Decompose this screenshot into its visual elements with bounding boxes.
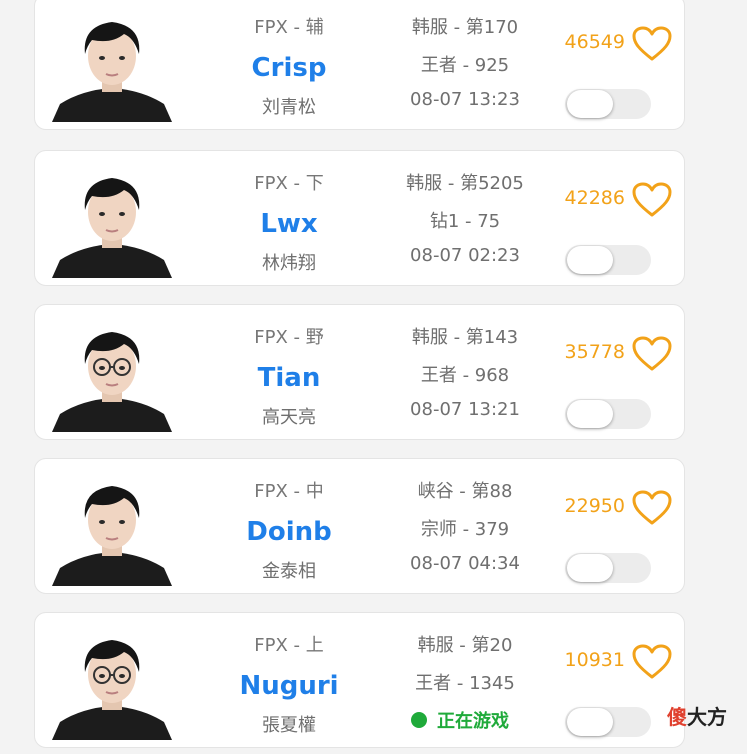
online-dot-icon [411, 712, 427, 728]
toggle-knob [567, 554, 613, 582]
real-name-label: 刘青松 [262, 97, 316, 118]
tier-label: 王者 - 925 [420, 55, 510, 76]
heart-outline-icon[interactable] [631, 25, 673, 63]
player-avatar [52, 160, 172, 278]
tier-label: 宗师 - 379 [420, 519, 510, 540]
follow-toggle[interactable] [565, 399, 651, 429]
team-role-label: FPX - 中 [254, 481, 324, 502]
tier-label: 王者 - 968 [420, 365, 510, 386]
player-avatar [52, 314, 172, 432]
last-active-time: 08-07 04:34 [410, 553, 520, 574]
last-active-time: 08-07 13:21 [410, 399, 520, 420]
player-id-link[interactable]: Nuguri [215, 671, 363, 701]
player-card[interactable]: FPX - 中 Doinb 金泰相 峡谷 - 第88 宗师 - 379 08-07 04:… [34, 458, 685, 594]
likes-count: 35778 [564, 341, 625, 363]
heart-outline-icon[interactable] [631, 181, 673, 219]
toggle-knob [567, 246, 613, 274]
heart-outline-icon[interactable] [631, 643, 673, 681]
online-status: 正在游戏 [411, 707, 551, 733]
team-role-label: FPX - 上 [254, 635, 324, 656]
player-card[interactable]: FPX - 野 Tian 高天亮 韩服 - 第143 王者 - 968 08-07 13:… [34, 304, 685, 440]
status-text: 正在游戏 [437, 711, 509, 732]
real-name-label: 張夏權 [262, 715, 316, 736]
real-name-label: 高天亮 [262, 407, 316, 428]
last-active-time: 08-07 13:23 [410, 89, 520, 110]
team-role-label: FPX - 下 [254, 173, 324, 194]
server-rank-label: 韩服 - 第143 [411, 327, 519, 348]
toggle-knob [567, 400, 613, 428]
server-rank-label: 峡谷 - 第88 [417, 481, 513, 502]
heart-outline-icon[interactable] [631, 335, 673, 373]
follow-toggle[interactable] [565, 245, 651, 275]
tier-label: 王者 - 1345 [415, 673, 515, 694]
follow-toggle[interactable] [565, 89, 651, 119]
player-id-link[interactable]: Lwx [215, 209, 363, 239]
server-rank-label: 韩服 - 第20 [417, 635, 513, 656]
tier-label: 钻1 - 75 [429, 211, 501, 232]
likes-count: 46549 [564, 31, 625, 53]
team-role-label: FPX - 辅 [254, 17, 324, 38]
likes-count: 10931 [564, 649, 625, 671]
team-role-label: FPX - 野 [254, 327, 324, 348]
server-rank-label: 韩服 - 第170 [411, 17, 519, 38]
real-name-label: 林炜翔 [262, 253, 316, 274]
toggle-knob [567, 90, 613, 118]
server-rank-label: 韩服 - 第5205 [406, 173, 524, 194]
likes-count: 22950 [564, 495, 625, 517]
watermark-logo: 傻大方 [667, 705, 727, 729]
player-id-link[interactable]: Crisp [215, 53, 363, 83]
player-card[interactable]: FPX - 辅 Crisp 刘青松 韩服 - 第170 王者 - 925 08-07 13… [34, 0, 685, 130]
last-active-time: 08-07 02:23 [410, 245, 520, 266]
heart-outline-icon[interactable] [631, 489, 673, 527]
player-card[interactable]: FPX - 上 Nuguri 張夏權 韩服 - 第20 王者 - 1345 正在游戏 109… [34, 612, 685, 748]
likes-count: 42286 [564, 187, 625, 209]
follow-toggle[interactable] [565, 707, 651, 737]
player-avatar [52, 622, 172, 740]
player-id-link[interactable]: Tian [215, 363, 363, 393]
player-card[interactable]: FPX - 下 Lwx 林炜翔 韩服 - 第5205 钻1 - 75 08-07 02:2… [34, 150, 685, 286]
follow-toggle[interactable] [565, 553, 651, 583]
player-id-link[interactable]: Doinb [215, 517, 363, 547]
toggle-knob [567, 708, 613, 736]
real-name-label: 金泰相 [262, 561, 316, 582]
player-avatar [52, 4, 172, 122]
player-avatar [52, 468, 172, 586]
